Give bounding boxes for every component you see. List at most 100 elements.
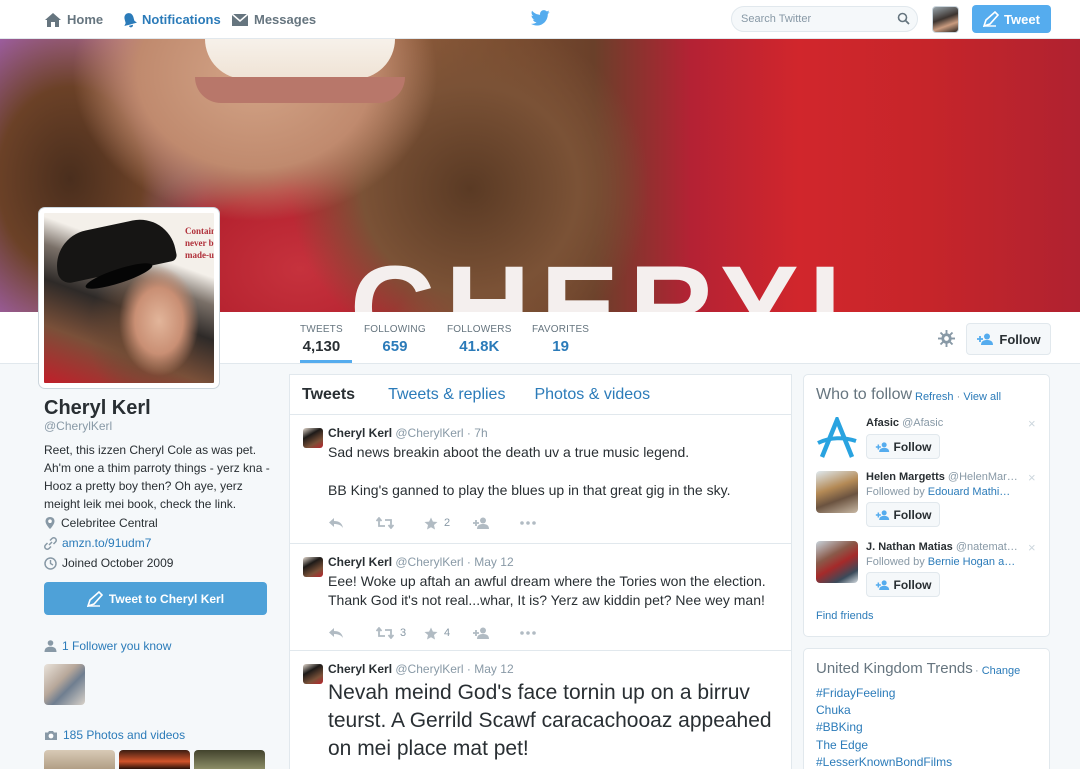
follow-user-action[interactable] (472, 517, 520, 529)
retweet-button[interactable] (376, 517, 424, 529)
profile-url-text[interactable]: amzn.to/91udm7 (62, 536, 151, 550)
trend-item[interactable]: Chuka (816, 703, 851, 717)
stat-following[interactable]: FOLLOWING 659 (364, 324, 426, 355)
gear-icon[interactable] (938, 330, 955, 347)
suggestion-name[interactable]: Helen Margetts (866, 471, 945, 483)
tweet-timestamp[interactable]: May 12 (474, 555, 513, 569)
compose-tweet-button[interactable]: Tweet (972, 5, 1051, 33)
photo-thumbnail[interactable] (194, 750, 265, 769)
tweet-text: Eee! Woke up aftah an awful dream where … (328, 573, 766, 608)
tab-tweets-replies[interactable]: Tweets & replies (388, 386, 505, 404)
suggestion-follow-button[interactable]: Follow (866, 434, 940, 459)
tab-photos-videos[interactable]: Photos & videos (534, 386, 650, 404)
tweet-author-avatar[interactable] (303, 428, 323, 448)
followed-by-name[interactable]: Bernie Hogan a… (928, 556, 1015, 568)
suggestion-name[interactable]: Afasic (866, 417, 899, 429)
trend-item[interactable]: #BBKing (816, 720, 863, 734)
reply-button[interactable] (328, 517, 376, 529)
tweet-author-name[interactable]: Cheryl Kerl (328, 662, 392, 676)
dismiss-icon[interactable]: × (1028, 416, 1036, 431)
refresh-link[interactable]: Refresh (915, 391, 954, 403)
calendar-clock-icon (44, 556, 57, 570)
suggestion-follow-button[interactable]: Follow (866, 502, 940, 527)
suggestion-identity: Helen Margetts @HelenMar… (866, 471, 1026, 483)
stat-followers[interactable]: FOLLOWERS 41.8K (447, 324, 512, 355)
tweet-actions: 3 4 (328, 618, 779, 648)
follow-person-plus-icon (473, 517, 489, 529)
timeline: Tweets Tweets & replies Photos & videos … (289, 374, 792, 769)
tweet-author-name[interactable]: Cheryl Kerl (328, 555, 392, 569)
twitter-bird-icon[interactable] (531, 10, 550, 26)
suggestion-handle[interactable]: @natemat… (956, 541, 1018, 553)
suggestion-avatar[interactable] (816, 471, 858, 513)
favorite-count: 2 (444, 517, 451, 529)
tweet-text: Nevah meind God's face tornin up on a bi… (328, 681, 772, 760)
followed-by-prefix: Followed by (866, 486, 925, 498)
tab-tweets[interactable]: Tweets (302, 386, 355, 404)
tweet-author-handle[interactable]: @CherylKerl (395, 555, 463, 569)
account-avatar[interactable] (932, 6, 959, 33)
search-placeholder: Search Twitter (741, 13, 812, 25)
change-trends-link[interactable]: Change (982, 665, 1021, 677)
search-input[interactable]: Search Twitter (731, 6, 918, 32)
tweet-author-avatar[interactable] (303, 664, 323, 684)
photo-thumbnail[interactable] (119, 750, 190, 769)
view-all-link[interactable]: View all (963, 391, 1001, 403)
favorite-button[interactable]: 2 (424, 517, 472, 530)
profile-name[interactable]: Cheryl Kerl (44, 397, 151, 420)
reply-button[interactable] (328, 627, 376, 639)
dismiss-icon[interactable]: × (1028, 540, 1036, 555)
tweet-item[interactable]: Cheryl Kerl @CherylKerl · May 12 Nevah m… (290, 651, 791, 769)
tweet-item[interactable]: Cheryl Kerl @CherylKerl · 7h Sad news br… (290, 415, 791, 544)
tweet-author-handle[interactable]: @CherylKerl (395, 662, 463, 676)
dismiss-icon[interactable]: × (1028, 470, 1036, 485)
tweet-author-name[interactable]: Cheryl Kerl (328, 426, 392, 440)
suggestion-avatar[interactable] (816, 414, 858, 459)
follow-user-action[interactable] (472, 627, 520, 639)
stat-favorites[interactable]: FAVORITES 19 (532, 324, 589, 355)
location-pin-icon (45, 517, 55, 529)
tweet-item[interactable]: Cheryl Kerl @CherylKerl · May 12 Eee! Wo… (290, 544, 791, 651)
compose-quill-icon (983, 11, 1000, 27)
suggestion-handle[interactable]: @Afasic (902, 417, 943, 429)
suggestion-avatar[interactable] (816, 541, 858, 583)
profile-avatar[interactable]: Contain never b made-u (39, 208, 219, 388)
search-icon[interactable] (897, 12, 910, 25)
suggestion-followed-by: Followed by Edouard Mathi… (866, 486, 1026, 498)
tweet-author-handle[interactable]: @CherylKerl (395, 426, 463, 440)
tweet-timestamp[interactable]: 7h (474, 426, 487, 440)
trend-item[interactable]: The Edge (816, 738, 868, 752)
follow-person-plus-icon (875, 509, 889, 520)
tweet-dot: · (466, 555, 471, 569)
find-friends-link[interactable]: Find friends (816, 610, 873, 622)
followers-you-know-link[interactable]: 1 Follower you know (44, 639, 171, 653)
suggestion-name[interactable]: J. Nathan Matias (866, 541, 953, 553)
who-to-follow-module: Who to follow Refresh · View all Afasic … (803, 374, 1050, 637)
photos-videos-link[interactable]: 185 Photos and videos (44, 728, 185, 742)
more-options-button[interactable] (520, 521, 568, 525)
tweet-author-avatar[interactable] (303, 557, 323, 577)
follower-avatar[interactable] (44, 664, 85, 705)
tweet-header: Cheryl Kerl @CherylKerl · May 12 (328, 661, 779, 677)
more-options-button[interactable] (520, 631, 568, 635)
photo-thumbnail[interactable] (44, 750, 115, 769)
suggestion-handle[interactable]: @HelenMar… (948, 471, 1018, 483)
follow-button[interactable]: Follow (966, 323, 1051, 355)
retweet-button[interactable]: 3 (376, 627, 424, 639)
favorite-button[interactable]: 4 (424, 627, 472, 640)
suggestion-follow-button[interactable]: Follow (866, 572, 940, 597)
trend-item[interactable]: #FridayFeeling (816, 686, 895, 700)
stat-tweets[interactable]: TWEETS 4,130 (300, 324, 343, 355)
followed-by-prefix: Followed by (866, 556, 925, 568)
tweet-timestamp[interactable]: May 12 (474, 662, 513, 676)
trend-item[interactable]: #LesserKnownBondFilms (816, 755, 952, 769)
followed-by-name[interactable]: Edouard Mathi… (928, 486, 1011, 498)
follow-button-label: Follow (999, 331, 1041, 347)
tweet-to-user-button[interactable]: Tweet to Cheryl Kerl (44, 582, 267, 615)
nav-home[interactable]: Home (44, 0, 103, 39)
profile-handle[interactable]: @CherylKerl (44, 419, 112, 433)
nav-notifications[interactable]: Notifications (122, 0, 221, 39)
profile-url[interactable]: amzn.to/91udm7 (44, 536, 151, 550)
nav-messages[interactable]: Messages (231, 0, 316, 39)
retweet-icon (376, 627, 394, 639)
